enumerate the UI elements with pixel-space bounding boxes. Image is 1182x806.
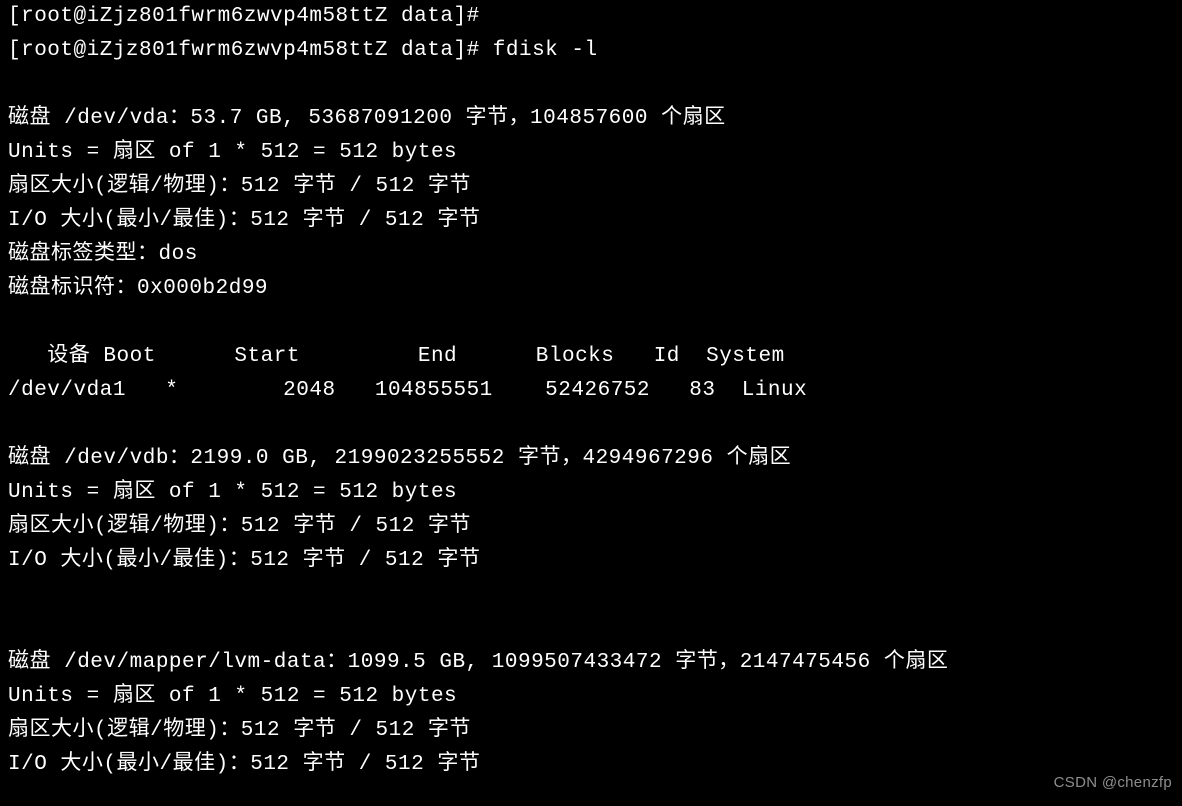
watermark-text: CSDN @chenzfp [1054,766,1172,800]
terminal-output[interactable]: [root@iZjz801fwrm6zwvp4m58ttZ data]# [ro… [0,0,1182,782]
